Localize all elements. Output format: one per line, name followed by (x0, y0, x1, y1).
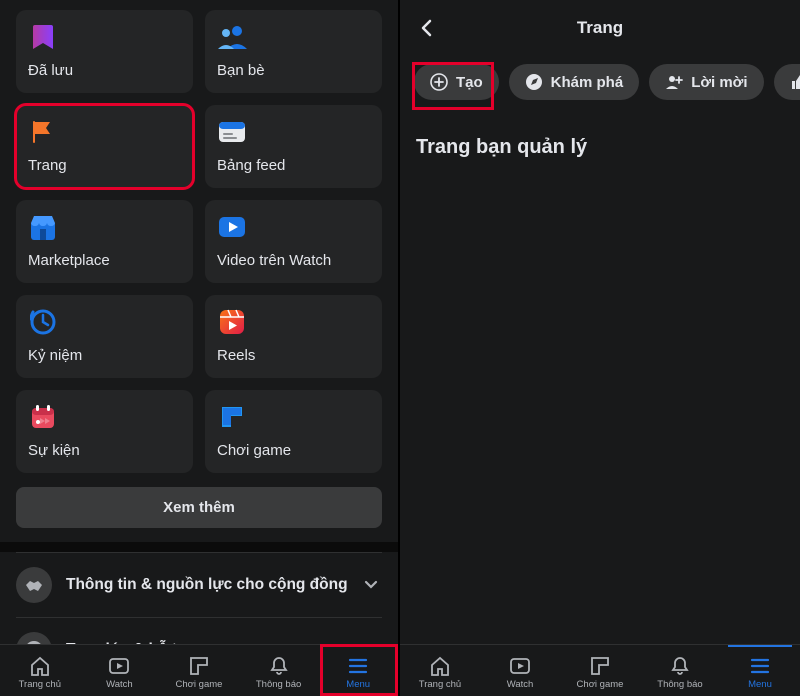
tab-label: Menu (748, 679, 772, 690)
menu-label: Bảng feed (217, 157, 370, 174)
menu-label: Bạn bè (217, 62, 370, 79)
tab-label: Trang chủ (419, 679, 461, 690)
reels-icon (217, 307, 247, 337)
tab-label: Thông báo (657, 679, 702, 690)
right-header: Trang (400, 0, 800, 56)
tab-label: Thông báo (256, 679, 301, 690)
feed-icon (217, 117, 247, 147)
tab-watch[interactable]: Watch (80, 645, 160, 696)
bell-icon (669, 655, 691, 677)
menu-card-marketplace[interactable]: Marketplace (16, 200, 193, 283)
hamburger-icon (347, 655, 369, 677)
accordion-help[interactable]: ? Trợ giúp & hỗ trợ (16, 617, 382, 644)
accordion-community[interactable]: Thông tin & nguồn lực cho cộng đồng (16, 552, 382, 617)
tab-label: Watch (106, 679, 133, 690)
left-pane: Đã lưu Bạn bè Trang Bản (0, 0, 400, 696)
chip-row: Tạo Khám phá Lời mời Tr (400, 56, 800, 108)
chip-create[interactable]: Tạo (414, 64, 499, 100)
tab-label: Chơi game (176, 679, 223, 690)
chevron-down-icon (364, 578, 382, 592)
gaming-icon (217, 402, 247, 432)
right-empty (400, 187, 800, 644)
see-more-button[interactable]: Xem thêm (16, 487, 382, 528)
accordion-label: Thông tin & nguồn lực cho cộng đồng (66, 575, 350, 594)
tab-menu[interactable]: Menu (318, 645, 398, 696)
menu-card-watch[interactable]: Video trên Watch (205, 200, 382, 283)
bookmark-icon (28, 22, 58, 52)
gaming-tab-icon (188, 655, 210, 677)
menu-label: Kỷ niệm (28, 347, 181, 364)
menu-label: Sự kiện (28, 442, 181, 459)
section-divider (0, 542, 398, 552)
chip-label: Khám phá (551, 74, 624, 91)
tab-notifications[interactable]: Thông báo (239, 645, 319, 696)
chip-liked[interactable]: Tr (774, 64, 800, 100)
menu-card-events[interactable]: Sự kiện (16, 390, 193, 473)
menu-label: Chơi game (217, 442, 370, 459)
see-more-label: Xem thêm (163, 499, 235, 516)
menu-label: Video trên Watch (217, 252, 370, 269)
home-icon (29, 655, 51, 677)
menu-card-pages[interactable]: Trang (16, 105, 193, 188)
pages-manage-heading: Trang bạn quản lý (400, 108, 800, 187)
menu-label: Trang (28, 157, 181, 174)
gaming-tab-icon (589, 655, 611, 677)
chip-label: Tạo (456, 74, 483, 91)
hamburger-icon (749, 655, 771, 677)
thumbs-up-icon (790, 73, 800, 91)
tab-home[interactable]: Trang chủ (0, 645, 80, 696)
menu-card-reels[interactable]: Reels (205, 295, 382, 378)
tab-notifications[interactable]: Thông báo (640, 645, 720, 696)
right-pane: Trang Tạo Khám phá Lời mời Tr (400, 0, 800, 696)
watch-icon (217, 212, 247, 242)
compass-icon (525, 73, 543, 91)
friends-icon (217, 22, 247, 52)
tab-label: Watch (507, 679, 534, 690)
bell-icon (268, 655, 290, 677)
menu-card-friends[interactable]: Bạn bè (205, 10, 382, 93)
chip-discover[interactable]: Khám phá (509, 64, 640, 100)
page-title: Trang (400, 18, 800, 38)
chip-label: Lời mời (691, 74, 747, 91)
watch-tab-icon (509, 655, 531, 677)
tab-menu[interactable]: Menu (720, 645, 800, 696)
tab-watch[interactable]: Watch (480, 645, 560, 696)
menu-grid: Đã lưu Bạn bè Trang Bản (16, 10, 382, 473)
menu-label: Marketplace (28, 252, 181, 269)
tab-gaming[interactable]: Chơi game (159, 645, 239, 696)
person-plus-icon (665, 73, 683, 91)
chip-invites[interactable]: Lời mời (649, 64, 763, 100)
tab-label: Menu (346, 679, 370, 690)
menu-scroll: Đã lưu Bạn bè Trang Bản (0, 0, 398, 644)
clock-icon (28, 307, 58, 337)
home-icon (429, 655, 451, 677)
menu-card-memories[interactable]: Kỷ niệm (16, 295, 193, 378)
tabbar-left: Trang chủ Watch Chơi game Thông báo Menu (0, 644, 398, 696)
tab-label: Trang chủ (19, 679, 61, 690)
flag-icon (28, 117, 58, 147)
plus-circle-icon (430, 73, 448, 91)
tab-home[interactable]: Trang chủ (400, 645, 480, 696)
menu-card-saved[interactable]: Đã lưu (16, 10, 193, 93)
menu-label: Reels (217, 347, 370, 364)
help-icon: ? (16, 632, 52, 644)
menu-card-gaming[interactable]: Chơi game (205, 390, 382, 473)
calendar-icon (28, 402, 58, 432)
menu-label: Đã lưu (28, 62, 181, 79)
tab-gaming[interactable]: Chơi game (560, 645, 640, 696)
marketplace-icon (28, 212, 58, 242)
watch-tab-icon (108, 655, 130, 677)
back-button[interactable] (412, 13, 442, 43)
tabbar-right: Trang chủ Watch Chơi game Thông báo Menu (400, 644, 800, 696)
tab-label: Chơi game (577, 679, 624, 690)
menu-card-feeds[interactable]: Bảng feed (205, 105, 382, 188)
handshake-icon (16, 567, 52, 603)
